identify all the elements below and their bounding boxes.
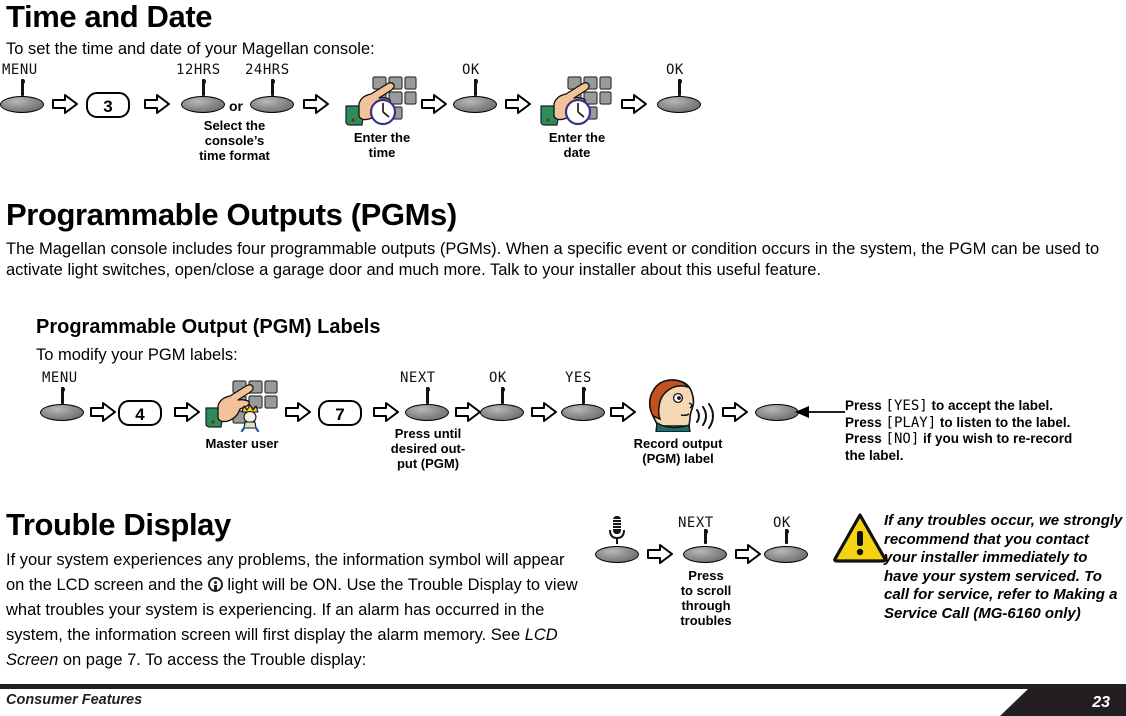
pgm-note-line-1: Press [YES] to accept the label. — [845, 398, 1053, 414]
enter-the-date-caption: Enter the date — [548, 130, 606, 160]
hr24-button-stem — [270, 79, 275, 96]
record-button[interactable] — [595, 546, 639, 563]
ok-button[interactable] — [764, 546, 808, 563]
footer-section-label: Consumer Features — [6, 692, 143, 708]
pgm-labels-intro: To modify your PGM labels: — [36, 346, 238, 364]
pgm-note-line-3: Press [NO] if you wish to re-record — [845, 431, 1073, 447]
footer-page-number: 23 — [1092, 694, 1110, 711]
information-icon — [207, 577, 223, 592]
flow-arrow-icon — [373, 401, 399, 423]
flow-arrow-icon — [174, 401, 200, 423]
hand-pressing-keypad-with-master-user-icon — [205, 378, 279, 433]
note-pointer-arrow-icon — [795, 403, 845, 421]
talking-head-icon — [645, 376, 715, 433]
hr12-key-label: 12HRS — [176, 62, 221, 78]
trouble-paragraph: If your system experiences any problems,… — [6, 548, 586, 673]
press-until-caption: Press until desired out- put (PGM) — [390, 426, 466, 471]
keypad-key-3[interactable]: 3 — [86, 92, 130, 118]
flow-arrow-icon — [144, 93, 170, 115]
hr12-button[interactable] — [181, 96, 225, 113]
flow-arrow-icon — [505, 93, 531, 115]
hand-pressing-keypad-with-clock-icon — [345, 74, 417, 126]
flow-arrow-icon — [621, 93, 647, 115]
ok-button[interactable] — [480, 404, 524, 421]
microphone-icon — [608, 515, 626, 545]
flow-arrow-icon — [610, 401, 636, 423]
ok-button-stem — [784, 529, 789, 544]
pgm-note-line-2: Press [PLAY] to listen to the label. — [845, 414, 1071, 431]
hand-pressing-keypad-with-clock-icon — [540, 74, 612, 126]
menu-key-label: MENU — [2, 62, 38, 78]
yes-button[interactable] — [561, 404, 605, 421]
ok-button-stem — [677, 79, 682, 96]
time-and-date-intro: To set the time and date of your Magella… — [6, 40, 375, 58]
ok-key-label: OK — [489, 370, 507, 386]
or-separator: or — [229, 98, 243, 114]
ok-button[interactable] — [657, 96, 701, 113]
next-key-label: NEXT — [400, 370, 436, 386]
footer-rule — [0, 684, 1126, 689]
enter-the-time-caption: Enter the time — [353, 130, 411, 160]
next-key-label: NEXT — [678, 515, 714, 531]
yes-button-stem — [581, 387, 586, 404]
keypad-key-4[interactable]: 4 — [118, 400, 162, 426]
next-button[interactable] — [683, 546, 727, 563]
scroll-troubles-caption: Press to scroll through troubles — [680, 568, 732, 628]
manual-page: Time and Date To set the time and date o… — [0, 0, 1126, 716]
flow-arrow-icon — [722, 401, 748, 423]
flow-arrow-icon — [90, 401, 116, 423]
flow-arrow-icon — [303, 93, 329, 115]
record-output-caption: Record output (PGM) label — [633, 436, 723, 466]
menu-button-stem — [60, 387, 65, 404]
flow-arrow-icon — [647, 543, 673, 565]
hr12-button-stem — [201, 79, 206, 96]
accept-label-button[interactable] — [755, 404, 799, 421]
time-date-flow: MENU 3 12HRS or 24HRS Select the console… — [0, 62, 720, 172]
pgm-paragraph: The Magellan console includes four progr… — [6, 240, 1100, 279]
ok-button-stem — [473, 79, 478, 96]
master-user-caption: Master user — [205, 436, 279, 451]
next-button[interactable] — [405, 404, 449, 421]
next-button-stem — [425, 387, 430, 404]
hr24-button[interactable] — [250, 96, 294, 113]
hr24-key-label: 24HRS — [245, 62, 290, 78]
flow-arrow-icon — [421, 93, 447, 115]
pgm-label-flow: MENU 4 Master user 7 NEXT Press until de… — [0, 370, 1126, 480]
ok-key-label: OK — [666, 62, 684, 78]
ok-key-label: OK — [462, 62, 480, 78]
warning-triangle-icon — [833, 513, 887, 563]
keypad-key-7[interactable]: 7 — [318, 400, 362, 426]
menu-button-stem — [20, 79, 25, 96]
next-button-stem — [703, 529, 708, 544]
flow-arrow-icon — [455, 401, 481, 423]
pgm-note-line-4: the label. — [845, 447, 904, 463]
menu-button[interactable] — [0, 96, 44, 113]
pgm-labels-subtitle: Programmable Output (PGM) Labels — [36, 316, 381, 338]
ok-button-stem — [500, 387, 505, 404]
time-format-caption: Select the console’s time format — [199, 118, 270, 163]
section-title-trouble-display: Trouble Display — [6, 507, 231, 542]
flow-arrow-icon — [52, 93, 78, 115]
ok-button[interactable] — [453, 96, 497, 113]
trouble-para-part3: on page 7. To access the Trouble display… — [58, 651, 367, 669]
menu-key-label: MENU — [42, 370, 78, 386]
menu-button[interactable] — [40, 404, 84, 421]
section-title-time-and-date: Time and Date — [6, 0, 213, 34]
flow-arrow-icon — [531, 401, 557, 423]
yes-key-label: YES — [565, 370, 592, 386]
flow-arrow-icon — [285, 401, 311, 423]
trouble-warning-text: If any troubles occur, we strongly recom… — [884, 512, 1123, 622]
pgm-note-text: Press [YES] to accept the label. Press [… — [845, 398, 1072, 464]
section-title-pgm: Programmable Outputs (PGMs) — [6, 197, 457, 232]
flow-arrow-icon — [735, 543, 761, 565]
